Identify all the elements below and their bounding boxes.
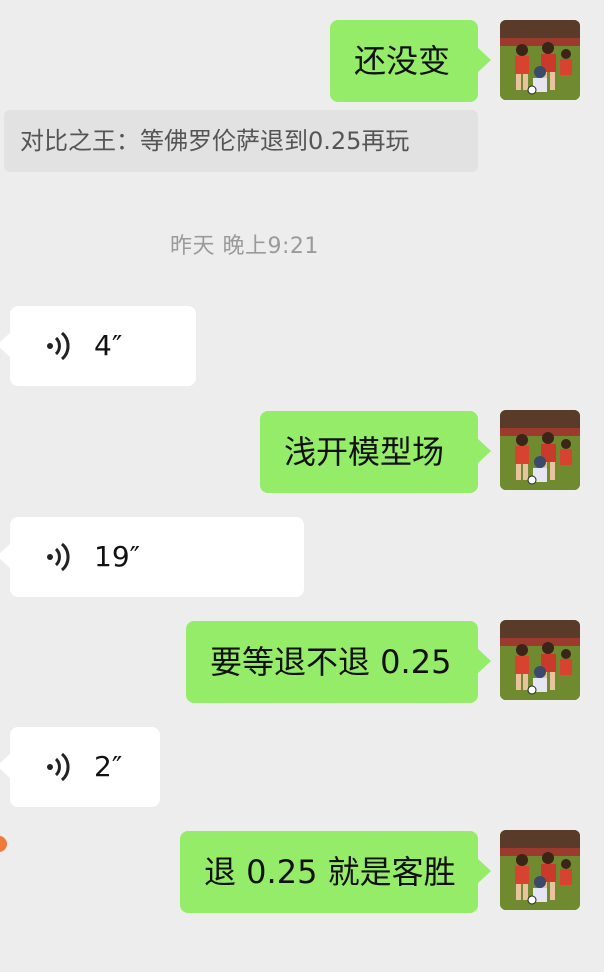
timestamp: 昨天 晚上9:21 (170, 234, 319, 259)
voice-wave-icon (47, 752, 70, 782)
user-avatar[interactable] (500, 830, 580, 910)
avatar-image-icon (500, 20, 580, 100)
voice-message[interactable]: 2″ (0, 727, 160, 807)
user-avatar[interactable] (500, 410, 580, 490)
user-avatar[interactable] (500, 620, 580, 700)
quoted-message[interactable]: 对比之王：等佛罗伦萨退到0.25再玩 (4, 110, 478, 172)
unread-dot (0, 836, 7, 852)
voice-wave-icon (47, 331, 70, 361)
outgoing-message[interactable]: 浅开模型场 (260, 411, 491, 493)
message-text: 浅开模型场 (284, 433, 445, 471)
message-text: 退 0.25 就是客胜 (204, 853, 456, 891)
voice-wave-icon (47, 542, 70, 572)
voice-duration: 4″ (94, 329, 123, 362)
outgoing-message[interactable]: 还没变 (330, 20, 491, 102)
voice-message[interactable]: 4″ (0, 306, 196, 386)
chat-view: 还没变 对比之王：等佛罗伦萨退到0.25再玩 昨天 晚上9:21 4″ 浅开模型… (0, 0, 604, 972)
avatar-image-icon (500, 620, 580, 700)
voice-message[interactable]: 19″ (0, 517, 304, 597)
message-text: 还没变 (354, 42, 451, 80)
quote-text: 对比之王：等佛罗伦萨退到0.25再玩 (20, 127, 410, 155)
voice-duration: 19″ (94, 540, 141, 573)
message-text: 要等退不退 0.25 (210, 643, 452, 681)
outgoing-message[interactable]: 要等退不退 0.25 (186, 621, 491, 703)
voice-duration: 2″ (94, 750, 123, 783)
user-avatar[interactable] (500, 20, 580, 100)
outgoing-message[interactable]: 退 0.25 就是客胜 (180, 831, 491, 913)
avatar-image-icon (500, 830, 580, 910)
avatar-image-icon (500, 410, 580, 490)
